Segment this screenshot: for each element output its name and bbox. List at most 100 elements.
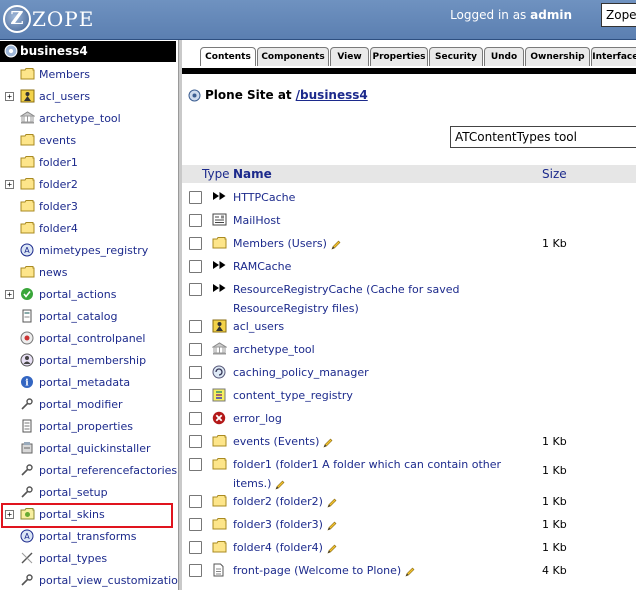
tree-item-label[interactable]: portal_types xyxy=(39,552,107,565)
tree-item[interactable]: archetype_tool xyxy=(0,109,178,129)
tree-item[interactable]: events xyxy=(0,131,178,151)
tree-item-label[interactable]: portal_setup xyxy=(39,486,108,499)
tree-item-label[interactable]: portal_quickinstaller xyxy=(39,442,151,455)
tab-view[interactable]: View xyxy=(330,47,369,66)
tree-item[interactable]: Aportal_transforms xyxy=(0,527,178,547)
view-select[interactable]: Zope xyxy=(601,3,636,27)
tree-item[interactable]: portal_setup xyxy=(0,483,178,503)
tab-properties[interactable]: Properties xyxy=(370,47,428,66)
row-checkbox[interactable] xyxy=(189,343,202,356)
tab-interfaces[interactable]: Interfaces xyxy=(591,47,636,66)
row-checkbox[interactable] xyxy=(189,214,202,227)
tab-security[interactable]: Security xyxy=(429,47,483,66)
tree-item[interactable]: folder4 xyxy=(0,219,178,239)
row-name-link[interactable]: caching_policy_manager xyxy=(233,366,369,379)
tree-item[interactable]: portal_properties xyxy=(0,417,178,437)
row-name-link[interactable]: archetype_tool xyxy=(233,343,315,356)
row-checkbox[interactable] xyxy=(189,237,202,250)
tree-item-label[interactable]: folder1 xyxy=(39,156,78,169)
row-checkbox[interactable] xyxy=(189,191,202,204)
tree-item-label[interactable]: events xyxy=(39,134,76,147)
row-name-link[interactable]: acl_users xyxy=(233,320,284,333)
tree-item[interactable]: portal_controlpanel xyxy=(0,329,178,349)
add-object-select[interactable]: ATContentTypes tool xyxy=(450,126,636,148)
tree-item[interactable]: folder1 xyxy=(0,153,178,173)
size-column-header[interactable]: Size xyxy=(542,167,567,181)
tab-ownership[interactable]: Ownership xyxy=(525,47,590,66)
pencil-icon[interactable] xyxy=(404,565,416,577)
tree-item[interactable]: portal_referencefactories xyxy=(0,461,178,481)
row-name-link[interactable]: folder2 (folder2) xyxy=(233,495,323,508)
row-name-link[interactable]: events (Events) xyxy=(233,435,319,448)
tree-item[interactable]: portal_view_customizations xyxy=(0,571,178,590)
tree-item[interactable]: portal_catalog xyxy=(0,307,178,327)
row-name-link[interactable]: content_type_registry xyxy=(233,389,353,402)
row-checkbox[interactable] xyxy=(189,260,202,273)
tree-item-label[interactable]: portal_referencefactories xyxy=(39,464,177,477)
row-name-link[interactable]: error_log xyxy=(233,412,282,425)
pencil-icon[interactable] xyxy=(274,478,286,490)
tree-item[interactable]: + portal_actions xyxy=(0,285,178,305)
pencil-icon[interactable] xyxy=(326,519,338,531)
pencil-icon[interactable] xyxy=(330,238,342,250)
expand-toggle[interactable]: + xyxy=(5,290,14,299)
tree-item[interactable]: portal_modifier xyxy=(0,395,178,415)
tree-item-label[interactable]: Members xyxy=(39,68,90,81)
tree-item-label[interactable]: portal_membership xyxy=(39,354,146,367)
expand-toggle[interactable]: + xyxy=(5,92,14,101)
row-checkbox[interactable] xyxy=(189,320,202,333)
row-name-link[interactable]: MailHost xyxy=(233,214,280,227)
tree-item-label[interactable]: archetype_tool xyxy=(39,112,121,125)
pencil-icon[interactable] xyxy=(326,542,338,554)
tree-item[interactable]: Members xyxy=(0,65,178,85)
tree-item-label[interactable]: folder2 xyxy=(39,178,78,191)
row-checkbox[interactable] xyxy=(189,564,202,577)
row-name-link[interactable]: front-page (Welcome to Plone) xyxy=(233,564,401,577)
tree-item[interactable]: + folder2 xyxy=(0,175,178,195)
row-name-link[interactable]: Members (Users) xyxy=(233,237,327,250)
expand-toggle[interactable]: + xyxy=(5,180,14,189)
pencil-icon[interactable] xyxy=(326,496,338,508)
row-name-link[interactable]: folder3 (folder3) xyxy=(233,518,323,531)
row-checkbox[interactable] xyxy=(189,283,202,296)
tree-item-label[interactable]: portal_properties xyxy=(39,420,133,433)
row-checkbox[interactable] xyxy=(189,518,202,531)
tree-root[interactable]: business4 xyxy=(0,41,176,62)
tree-item-label[interactable]: portal_controlpanel xyxy=(39,332,146,345)
tree-item-label[interactable]: news xyxy=(39,266,67,279)
row-name-link[interactable]: HTTPCache xyxy=(233,191,295,204)
tree-item-label[interactable]: portal_metadata xyxy=(39,376,130,389)
tree-item-label[interactable]: portal_modifier xyxy=(39,398,123,411)
row-checkbox[interactable] xyxy=(189,495,202,508)
type-column-header[interactable]: Type xyxy=(202,167,230,181)
page-header-path[interactable]: /business4 xyxy=(296,88,368,102)
row-checkbox[interactable] xyxy=(189,541,202,554)
pencil-icon[interactable] xyxy=(322,436,334,448)
tree-item[interactable]: portal_membership xyxy=(0,351,178,371)
row-checkbox[interactable] xyxy=(189,412,202,425)
tree-item-label[interactable]: acl_users xyxy=(39,90,90,103)
tree-item[interactable]: + acl_users xyxy=(0,87,178,107)
tab-undo[interactable]: Undo xyxy=(484,47,524,66)
tree-item-label[interactable]: portal_catalog xyxy=(39,310,117,323)
tree-item-label[interactable]: folder4 xyxy=(39,222,78,235)
tree-item-label[interactable]: folder3 xyxy=(39,200,78,213)
row-checkbox[interactable] xyxy=(189,389,202,402)
name-column-header[interactable]: Name xyxy=(233,167,272,181)
row-name-link[interactable]: folder1 (folder1 A folder which can cont… xyxy=(233,458,501,490)
tree-item-label[interactable]: mimetypes_registry xyxy=(39,244,148,257)
tab-contents[interactable]: Contents xyxy=(200,47,256,66)
tree-item-label[interactable]: portal_view_customizations xyxy=(39,574,178,587)
zope-logo[interactable]: Z ZOPE xyxy=(3,3,94,35)
row-name-link[interactable]: ResourceRegistryCache (Cache for saved R… xyxy=(233,283,460,315)
tree-item[interactable]: portal_quickinstaller xyxy=(0,439,178,459)
tree-item-label[interactable]: portal_transforms xyxy=(39,530,137,543)
tree-item-label[interactable]: portal_actions xyxy=(39,288,116,301)
row-name-link[interactable]: RAMCache xyxy=(233,260,291,273)
row-checkbox[interactable] xyxy=(189,435,202,448)
tree-item[interactable]: Amimetypes_registry xyxy=(0,241,178,261)
row-checkbox[interactable] xyxy=(189,366,202,379)
tree-item[interactable]: folder3 xyxy=(0,197,178,217)
row-checkbox[interactable] xyxy=(189,458,202,471)
row-name-link[interactable]: folder4 (folder4) xyxy=(233,541,323,554)
